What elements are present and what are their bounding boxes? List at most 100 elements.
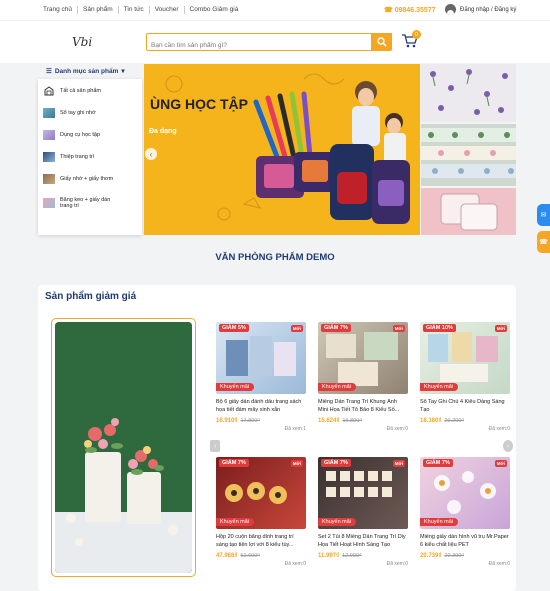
- banner-illustration: [165, 73, 410, 224]
- product-views: Đã xem:0: [386, 426, 408, 432]
- nav-news[interactable]: Tin tức: [119, 6, 150, 14]
- category-item-tape[interactable]: Băng keo + giấy dán trang trí: [38, 190, 142, 216]
- promo-tag: Khuyến mãi: [216, 518, 255, 526]
- cart-button[interactable]: 0: [401, 30, 421, 52]
- menu-icon: ☰: [46, 68, 52, 75]
- phone-icon: ☎: [384, 7, 393, 14]
- category-thumb: [43, 198, 55, 208]
- category-panel: Tất cả sản phẩm Sổ tay ghi nhớ Dụng cụ h…: [38, 79, 142, 235]
- category-item-cards[interactable]: Thiệp trang trí: [38, 146, 142, 168]
- call-button[interactable]: ☎: [537, 231, 550, 253]
- hotline[interactable]: ☎ 09846.35577: [384, 6, 436, 15]
- product-old-price: 51.600₫: [240, 553, 261, 559]
- top-nav: Trang chủ Sản phẩm Tin tức Voucher Combo…: [43, 6, 243, 14]
- product-price-row: 15.624₫ 16.800₫: [318, 418, 408, 424]
- site-logo[interactable]: Vbi: [72, 35, 92, 49]
- category-thumb: [43, 174, 55, 184]
- product-name[interactable]: Sổ Tay Ghi Chú 4 Kiểu Dáng Sáng Tạo: [420, 399, 510, 415]
- product-card[interactable]: GIẢM 7% Mới Khuyến mãi Hộp 20 cuộn băng …: [216, 457, 306, 567]
- nav-home[interactable]: Trang chủ: [43, 6, 79, 14]
- category-menu-button[interactable]: ☰ Danh mục sản phẩm ▾: [46, 67, 125, 76]
- product-views: Đã xem:0: [488, 426, 510, 432]
- product-old-price: 12.900₫: [342, 553, 362, 559]
- product-price: 11.997₫: [318, 553, 340, 559]
- product-image: GIẢM 7% Mới Khuyến mãi: [216, 457, 306, 529]
- nav-combo[interactable]: Combo Giảm giá: [185, 6, 244, 14]
- promo-tag: Khuyến mãi: [318, 383, 357, 391]
- search-input[interactable]: [147, 38, 369, 53]
- login-label: Đăng nhập / Đăng ký: [460, 6, 517, 13]
- product-price: 15.624₫: [318, 418, 340, 424]
- search-bar: [146, 33, 392, 53]
- banner-prev-arrow[interactable]: ‹: [145, 148, 157, 160]
- discount-badge: GIẢM 7%: [321, 459, 351, 467]
- nav-products[interactable]: Sản phẩm: [78, 6, 119, 14]
- category-item-notebook[interactable]: Sổ tay ghi nhớ: [38, 102, 142, 124]
- discount-badge: GIẢM 7%: [321, 324, 351, 332]
- chat-zalo-button[interactable]: ✉: [537, 204, 550, 226]
- discount-badge: GIẢM 5%: [219, 324, 249, 332]
- product-views: Đã xem:0: [386, 561, 408, 567]
- product-old-price: 20.200₫: [444, 418, 465, 424]
- side-banner-3[interactable]: [421, 188, 516, 235]
- site-section-title: VĂN PHÒNG PHẨM DEMO: [215, 252, 335, 263]
- product-image: GIẢM 5% Mới Khuyến mãi: [216, 322, 306, 394]
- category-item-school-supplies[interactable]: Dụng cụ học tập: [38, 124, 142, 146]
- chevron-down-icon: ▾: [121, 68, 125, 75]
- phone-icon: ☎: [539, 239, 548, 246]
- carousel-next-arrow[interactable]: ›: [503, 440, 513, 452]
- product-views: Đã xem:1: [284, 426, 306, 432]
- product-price-row: 47.988₫ 51.600₫: [216, 553, 306, 559]
- promo-feature-image[interactable]: [51, 318, 196, 577]
- product-card[interactable]: GIẢM 10% Mới Khuyến mãi Sổ Tay Ghi Chú 4…: [420, 322, 510, 432]
- product-old-price: 22.300₫: [444, 553, 465, 559]
- new-badge: Mới: [392, 460, 405, 467]
- product-card[interactable]: GIẢM 7% Mới Khuyến mãi Set 2 Túi 8 Miếng…: [318, 457, 408, 567]
- hero-banner[interactable]: ÙNG HỌC TẬP Đa dạng ‹: [144, 64, 420, 235]
- chat-icon: ✉: [540, 212, 547, 219]
- product-card[interactable]: GIẢM 5% Mới Khuyến mãi Bộ 6 giấy dán đán…: [216, 322, 306, 432]
- discount-badge: GIẢM 7%: [219, 459, 249, 467]
- header: Vbi 0: [0, 21, 550, 63]
- product-image: GIẢM 7% Mới Khuyến mãi: [318, 322, 408, 394]
- product-card[interactable]: GIẢM 7% Mới Khuyến mãi Miếng Dán Trang T…: [318, 322, 408, 432]
- product-price-row: 20.739₫ 22.300₫: [420, 553, 510, 559]
- product-image: GIẢM 7% Mới Khuyến mãi: [318, 457, 408, 529]
- cart-count-badge: 0: [412, 30, 421, 39]
- product-card[interactable]: GIẢM 7% Mới Khuyến mãi Miếng giấy dán hì…: [420, 457, 510, 567]
- side-banner-2-art: [421, 128, 516, 178]
- product-price: 18.180₫: [420, 418, 442, 424]
- carousel-prev-arrow[interactable]: ‹: [210, 440, 220, 452]
- banner-headline: ÙNG HỌC TẬP: [150, 96, 248, 112]
- product-views: Đã xem:0: [488, 561, 510, 567]
- login-link[interactable]: Đăng nhập / Đăng ký: [445, 4, 516, 15]
- side-banner-3-art: [440, 193, 498, 231]
- discount-badge: GIẢM 10%: [423, 324, 456, 332]
- search-icon: [376, 36, 387, 47]
- banner-subtext: Đa dạng: [149, 128, 177, 135]
- product-name[interactable]: Miếng giấy dán hình vũ trụ Mr.Paper 6 ki…: [420, 534, 510, 550]
- promo-tag: Khuyến mãi: [420, 518, 459, 526]
- promo-tag: Khuyến mãi: [216, 383, 255, 391]
- product-name[interactable]: Set 2 Túi 8 Miếng Dán Trang Trí Diy Họa …: [318, 534, 408, 550]
- flower-pot-illustration: [55, 322, 192, 573]
- promo-tag: Khuyến mãi: [318, 518, 357, 526]
- product-price-row: 18.180₫ 20.200₫: [420, 418, 510, 424]
- category-item-sticky-notes[interactable]: Giấy nhớ + giấy thơm: [38, 168, 142, 190]
- search-button[interactable]: [371, 33, 392, 50]
- category-item-all[interactable]: Tất cả sản phẩm: [38, 80, 142, 102]
- product-name[interactable]: Hộp 20 cuộn băng dính trang trí sáng tạo…: [216, 534, 306, 550]
- user-icon: [445, 4, 456, 15]
- category-thumb: [43, 130, 55, 140]
- discount-section: Sản phẩm giảm giá ‹ › GIẢM 5% Mới Khuyến…: [38, 285, 516, 591]
- product-name[interactable]: Miếng Dán Trang Trí Khung Ảnh Mini Họa T…: [318, 399, 408, 415]
- nav-voucher[interactable]: Voucher: [150, 6, 185, 14]
- product-name[interactable]: Bộ 6 giấy dán đánh dấu trang sách họa ti…: [216, 399, 306, 415]
- side-banner-1[interactable]: [421, 64, 516, 122]
- category-thumb: [43, 152, 55, 162]
- product-price-row: 11.997₫ 12.900₫: [318, 553, 408, 559]
- discount-badge: GIẢM 7%: [423, 459, 453, 467]
- new-badge: Mới: [392, 325, 405, 332]
- side-banner-2[interactable]: [421, 124, 516, 186]
- category-menu-label: Danh mục sản phẩm: [54, 67, 119, 75]
